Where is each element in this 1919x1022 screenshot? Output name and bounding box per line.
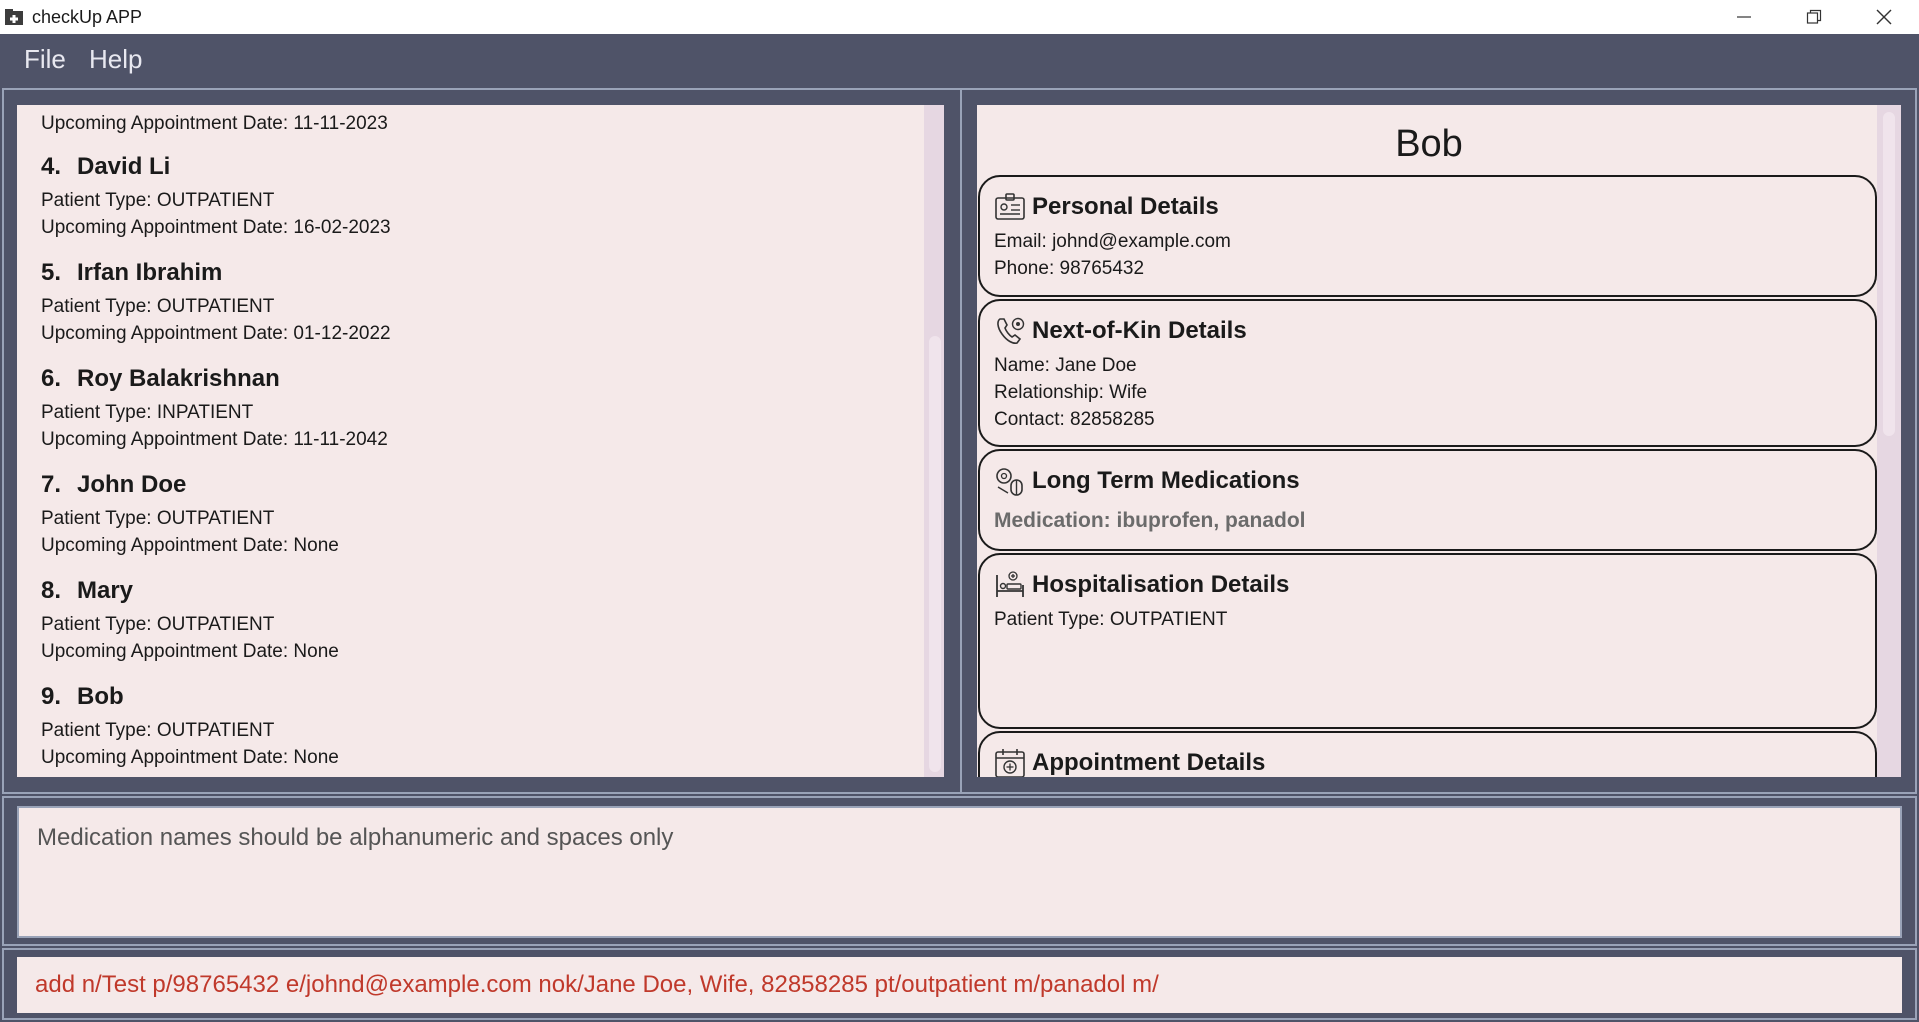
result-message: Medication names should be alphanumeric … — [37, 824, 674, 851]
menu-bar: File Help — [0, 34, 1919, 86]
patient-name-row: 4. David Li — [41, 153, 921, 187]
patient-index: 9. — [41, 683, 62, 710]
app-icon — [5, 9, 23, 25]
patient-appointment: Upcoming Appointment Date: None — [41, 535, 339, 556]
patient-type: Patient Type: INPATIENT — [41, 402, 254, 423]
list-item[interactable]: 8. Mary Patient Type: OUTPATIENT Upcoming… — [41, 577, 921, 665]
patient-type: Patient Type: OUTPATIENT — [41, 190, 275, 211]
personal-details-card: Personal Details Email: johnd@example.co… — [978, 175, 1877, 297]
menu-file[interactable]: File — [24, 44, 66, 75]
nok-relationship-value: Relationship: Wife — [994, 382, 1148, 403]
card-title: Hospitalisation Details — [1032, 571, 1290, 598]
patient-index: 8. — [41, 577, 62, 604]
minimize-icon — [1737, 16, 1751, 18]
minimize-button[interactable] — [1709, 0, 1779, 34]
patient-index: 6. — [41, 365, 62, 392]
title-bar: checkUp APP — [0, 0, 1919, 34]
patient-name: Mary — [77, 577, 134, 604]
medications-card: Long Term Medications Medication: ibupro… — [978, 449, 1877, 551]
list-item[interactable]: 5. Irfan Ibrahim Patient Type: OUTPATIENT… — [41, 259, 921, 347]
hospitalisation-card: Hospitalisation Details Patient Type: OU… — [978, 553, 1877, 729]
close-button[interactable] — [1849, 0, 1919, 34]
patient-name: Roy Balakrishnan — [77, 365, 280, 392]
patient-index: 7. — [41, 471, 62, 498]
patient-appointment: Upcoming Appointment Date: 16-02-2023 — [41, 217, 391, 238]
phone-value: Phone: 98765432 — [994, 258, 1145, 279]
list-item[interactable]: 6. Roy Balakrishnan Patient Type: INPATIE… — [41, 365, 921, 453]
menu-help[interactable]: Help — [89, 44, 142, 75]
next-of-kin-card: Next-of-Kin Details Name: Jane Doe Relat… — [978, 299, 1877, 447]
patient-index: 4. — [41, 153, 62, 180]
calendar-icon — [995, 749, 1025, 777]
detail-patient-name: Bob — [1395, 123, 1463, 165]
patient-type: Patient Type: OUTPATIENT — [41, 508, 275, 529]
patient-appointment: Upcoming Appointment Date: 01-12-2022 — [41, 323, 391, 344]
patient-name-row: 5. Irfan Ibrahim — [41, 259, 921, 293]
patient-name-row: 7. John Doe — [41, 471, 921, 505]
phone-contact-icon — [997, 317, 1025, 344]
close-icon — [1876, 9, 1892, 25]
email-value: Email: johnd@example.com — [994, 231, 1231, 252]
card-title: Next-of-Kin Details — [1032, 317, 1247, 344]
patient-appointment: Upcoming Appointment Date: None — [41, 747, 339, 768]
nok-name-value: Name: Jane Doe — [994, 355, 1137, 376]
list-item[interactable]: 9. Bob Patient Type: OUTPATIENT Upcoming … — [41, 683, 921, 771]
detail-scrollbar-thumb[interactable] — [1883, 112, 1895, 436]
patient-list[interactable]: Upcoming Appointment Date: 11-11-2023 4.… — [17, 105, 943, 777]
restore-icon — [1806, 9, 1822, 24]
list-scrollbar-thumb[interactable] — [929, 336, 941, 772]
patient-type: Patient Type: OUTPATIENT — [41, 720, 275, 741]
patient-name-row: 9. Bob — [41, 683, 921, 717]
pills-icon — [996, 468, 1023, 496]
patient-name-row: 6. Roy Balakrishnan — [41, 365, 921, 399]
partial-appointment-line: Upcoming Appointment Date: 11-11-2023 — [41, 113, 388, 134]
appointment-card: Appointment Details — [978, 731, 1877, 777]
patient-name: John Doe — [77, 471, 187, 498]
patient-type-value: Patient Type: OUTPATIENT — [994, 609, 1228, 630]
patient-name: Irfan Ibrahim — [77, 259, 223, 286]
nok-contact-value: Contact: 82858285 — [994, 409, 1155, 430]
result-display[interactable]: Medication names should be alphanumeric … — [17, 806, 1902, 938]
patient-appointment: Upcoming Appointment Date: None — [41, 641, 339, 662]
card-title: Long Term Medications — [1032, 467, 1300, 494]
patient-name: David Li — [77, 153, 171, 180]
restore-button[interactable] — [1779, 0, 1849, 34]
command-text[interactable]: add n/Test p/98765432 e/johnd@example.co… — [35, 971, 1159, 999]
card-title: Personal Details — [1032, 193, 1219, 220]
card-title: Appointment Details — [1032, 749, 1266, 776]
list-item[interactable]: 7. John Doe Patient Type: OUTPATIENT Upco… — [41, 471, 921, 559]
patient-type: Patient Type: OUTPATIENT — [41, 614, 275, 635]
patient-name-row: 8. Mary — [41, 577, 921, 611]
id-card-icon — [995, 193, 1025, 220]
window-title: checkUp APP — [32, 7, 143, 27]
patient-appointment: Upcoming Appointment Date: 11-11-2042 — [41, 429, 388, 450]
patient-type: Patient Type: OUTPATIENT — [41, 296, 275, 317]
list-item[interactable]: 4. David Li Patient Type: OUTPATIENT Upco… — [41, 153, 921, 241]
patient-name: Bob — [77, 683, 124, 710]
patient-detail[interactable]: Bob Personal Details Email: johnd@exampl… — [977, 105, 1881, 777]
patient-index: 5. — [41, 259, 62, 286]
medication-value: Medication: ibuprofen, panadol — [994, 509, 1306, 532]
hospital-bed-icon — [996, 571, 1024, 597]
command-input[interactable]: add n/Test p/98765432 e/johnd@example.co… — [17, 957, 1902, 1013]
